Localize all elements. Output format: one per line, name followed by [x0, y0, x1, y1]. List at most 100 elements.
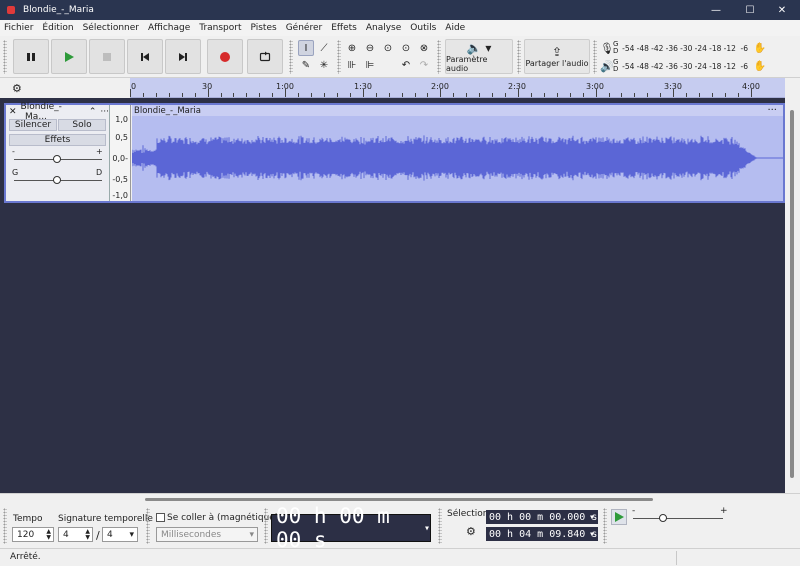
play-speed-grip[interactable] [603, 508, 607, 544]
menu-view[interactable]: Affichage [148, 23, 190, 33]
ruler-tick [233, 93, 235, 97]
zoom-in-button[interactable]: ⊕ [344, 40, 360, 56]
time-signature-numerator[interactable]: 4 ▲ ▼ [58, 527, 93, 542]
time-ruler[interactable]: 0 30 1:00 1:30 2:00 2:30 3:00 3:30 4:00 [130, 78, 785, 98]
maximize-button[interactable]: ☐ [734, 0, 766, 20]
time-signature-denominator[interactable]: 4 ▾ [102, 527, 138, 542]
record-meter[interactable]: 🎙 GD -54 -48 -42 -36 -30 -24 -18 -12 -6 ✋ [600, 39, 800, 57]
time-display[interactable]: 00 h 00 m 00 s ▾ [271, 504, 431, 552]
stop-button[interactable] [89, 39, 125, 74]
close-track-icon[interactable]: ✕ [9, 107, 17, 117]
menu-help[interactable]: Aide [445, 23, 465, 33]
horizontal-scroll-thumb[interactable] [145, 498, 653, 501]
snap-unit-select[interactable]: Millisecondes ▾ [156, 527, 258, 542]
zoom-out-button[interactable]: ⊖ [362, 40, 378, 56]
speed-plus-label: + [720, 506, 728, 516]
snap-grip[interactable] [146, 508, 150, 544]
time-grip[interactable] [264, 508, 268, 544]
menu-edit[interactable]: Édition [42, 23, 73, 33]
ruler-tick [479, 93, 481, 97]
menu-tracks[interactable]: Pistes [251, 23, 277, 33]
close-button[interactable]: ✕ [766, 0, 798, 20]
effects-button[interactable]: Effets [9, 134, 106, 146]
spin-arrows-icon[interactable]: ▲ ▼ [46, 528, 51, 541]
mute-button[interactable]: Silencer [9, 119, 57, 131]
selection-label: Sélection [447, 509, 489, 519]
loop-button[interactable] [247, 39, 283, 74]
share-audio-button[interactable]: ⇪ Partager l'audio [524, 39, 590, 74]
snap-checkbox[interactable] [156, 513, 165, 522]
menu-tools[interactable]: Outils [410, 23, 436, 33]
ruler-tick [427, 93, 429, 97]
audio-grip[interactable] [437, 40, 441, 74]
timeline-options-icon[interactable]: ⚙ [12, 82, 22, 95]
pause-button[interactable] [13, 39, 49, 74]
ruler-tick [621, 93, 623, 97]
record-button[interactable] [207, 39, 243, 74]
ruler-tick [556, 93, 558, 97]
ruler-tick [414, 93, 416, 97]
ruler-tick [362, 89, 364, 97]
playback-meter[interactable]: 🔊 GD -54 -48 -42 -36 -30 -24 -18 -12 -6 ✋ [600, 57, 800, 75]
selection-start-time[interactable]: 00 h 00 m 00.000 s ▾ [486, 510, 598, 524]
clip-menu-icon[interactable]: ··· [767, 105, 777, 116]
ruler-tick [660, 93, 662, 97]
amplitude-ruler[interactable]: 1,0 0,5 0,0- -0,5 -1,0 [110, 105, 131, 201]
vertical-scroll-thumb[interactable] [790, 110, 794, 478]
menu-select[interactable]: Sélectionner [83, 23, 139, 33]
share-grip[interactable] [517, 40, 521, 74]
selection-settings-icon[interactable]: ⚙ [466, 525, 476, 538]
draw-tool-button[interactable]: ✎ [298, 57, 314, 73]
speed-minus-label: - [632, 506, 636, 516]
tools-grip[interactable] [289, 40, 293, 74]
selection-grip[interactable] [438, 508, 442, 544]
selection-end-time[interactable]: 00 h 04 m 09.840 s ▾ [486, 527, 598, 541]
trim-button[interactable]: ⊪ [344, 57, 360, 73]
envelope-icon: ⟋ [320, 42, 328, 54]
fit-selection-button[interactable]: ⊙ [380, 40, 396, 56]
track-menu-icon[interactable]: ··· [100, 107, 109, 117]
ruler-tick [634, 93, 636, 97]
collapse-icon[interactable]: ⌃ [89, 107, 97, 117]
tempo-input[interactable]: 120 ▲ ▼ [12, 527, 54, 542]
vertical-scrollbar[interactable] [785, 98, 800, 493]
meter-grip[interactable] [593, 40, 597, 74]
play-button[interactable] [51, 39, 87, 74]
edit-grip[interactable] [337, 40, 341, 74]
play-speed-slider[interactable] [659, 514, 667, 522]
zoom-toggle-button[interactable]: ⊗ [416, 40, 432, 56]
ruler-tick [298, 93, 300, 97]
silence-button[interactable]: ⊫ [362, 57, 378, 73]
play-icon [615, 512, 624, 522]
audio-track[interactable]: ✕ Blondie_-_Ma... ⌃ ··· Silencer Solo Ef… [4, 102, 785, 203]
menu-effects[interactable]: Effets [331, 23, 357, 33]
skip-start-button[interactable] [127, 39, 163, 74]
menu-transport[interactable]: Transport [199, 23, 241, 33]
ruler-tick [181, 93, 183, 97]
minimize-button[interactable]: — [700, 0, 732, 20]
pan-slider[interactable] [53, 176, 61, 184]
fit-project-button[interactable]: ⊙ [398, 40, 414, 56]
audio-clip[interactable]: Blondie_-_Maria ··· [132, 105, 783, 201]
spin-arrows-icon[interactable]: ▲ ▼ [85, 528, 90, 541]
toolbar-grip[interactable] [3, 40, 7, 74]
redo-button[interactable]: ↷ [416, 57, 432, 73]
multi-tool-button[interactable]: ✳ [316, 57, 332, 73]
tempo-grip[interactable] [3, 508, 7, 544]
gain-minus-label: - [12, 147, 15, 156]
menu-analyze[interactable]: Analyse [366, 23, 401, 33]
menu-generate[interactable]: Générer [286, 23, 323, 33]
envelope-tool-button[interactable]: ⟋ [316, 40, 332, 56]
solo-button[interactable]: Solo [58, 119, 106, 131]
skip-end-button[interactable] [165, 39, 201, 74]
clip-header[interactable] [132, 105, 783, 116]
ruler-tick [453, 93, 455, 97]
gain-slider[interactable] [53, 155, 61, 163]
window-title: Blondie_-_Maria [23, 5, 94, 15]
play-at-speed-button[interactable] [611, 509, 627, 525]
undo-button[interactable]: ↶ [398, 57, 414, 73]
share-audio-label: Partager l'audio [525, 59, 589, 68]
audio-settings-button[interactable]: 🔈 ▾ Paramètre audio [445, 39, 513, 74]
menu-file[interactable]: Fichier [4, 23, 33, 33]
selection-tool-button[interactable]: I [298, 40, 314, 56]
